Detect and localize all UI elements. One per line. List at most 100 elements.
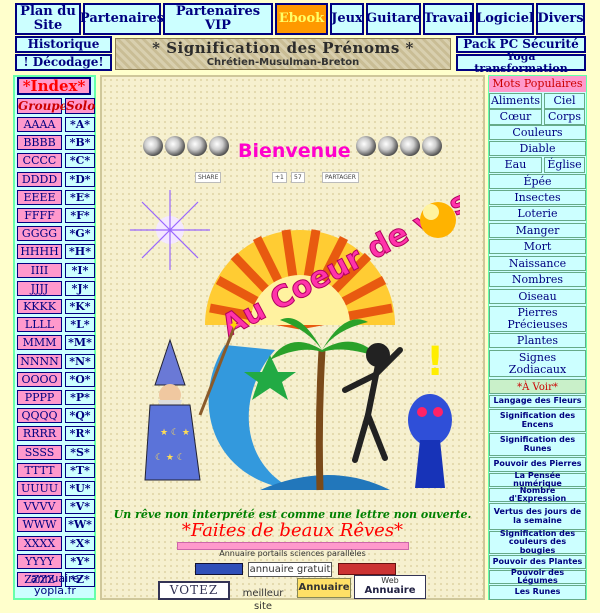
index-solo-16[interactable]: *Q*: [65, 408, 95, 424]
nav-logiciel[interactable]: Logiciel: [476, 3, 534, 35]
nav-jeux[interactable]: Jeux: [330, 3, 364, 35]
annuaire-portails-link[interactable]: Annuaire portails sciences parallèles: [100, 549, 485, 558]
banner-prenoms[interactable]: * Signification des Prénoms * Chrétien-M…: [115, 38, 451, 70]
index-solo-2[interactable]: *C*: [65, 153, 95, 169]
popular-1[interactable]: Ciel: [544, 93, 585, 109]
popular-6[interactable]: Eau: [489, 157, 542, 173]
popular-17[interactable]: Plantes: [489, 333, 586, 348]
index-group-4[interactable]: EEEE: [17, 189, 62, 205]
index-group-14[interactable]: OOOO: [17, 371, 62, 387]
a-voir-6[interactable]: Vertus des jours de la semaine: [489, 503, 586, 530]
popular-4[interactable]: Couleurs: [489, 125, 586, 140]
a-voir-9[interactable]: Pouvoir des Légumes: [489, 568, 586, 585]
index-group-1[interactable]: BBBB: [17, 135, 62, 151]
index-group-21[interactable]: VVVV: [17, 499, 62, 515]
nav-divers[interactable]: Divers: [536, 3, 585, 35]
index-group-0[interactable]: AAAA: [17, 117, 62, 132]
index-solo-12[interactable]: *M*: [65, 335, 95, 351]
index-solo-1[interactable]: *B*: [65, 135, 95, 151]
index-group-9[interactable]: JJJJ: [17, 280, 62, 296]
popular-8[interactable]: Épée: [489, 174, 586, 189]
plusone-count[interactable]: +1: [272, 172, 287, 183]
index-solo-15[interactable]: *P*: [65, 390, 95, 405]
index-solo-10[interactable]: *K*: [65, 299, 95, 314]
popular-3[interactable]: Corps: [544, 109, 585, 125]
index-solo-5[interactable]: *F*: [65, 208, 95, 223]
index-solo-17[interactable]: *R*: [65, 426, 95, 442]
index-group-20[interactable]: UUUU: [17, 481, 62, 496]
index-group-11[interactable]: LLLL: [17, 317, 62, 333]
index-group-16[interactable]: QQQQ: [17, 408, 62, 424]
a-voir-8[interactable]: Pouvoir des Plantes: [489, 555, 586, 569]
index-group-23[interactable]: XXXX: [17, 535, 62, 551]
web-annuaire-button[interactable]: Web Annuaire: [354, 575, 426, 599]
nav-decodage[interactable]: ! Décodage!: [15, 54, 112, 71]
index-solo-24[interactable]: *Y*: [65, 553, 95, 569]
popular-0[interactable]: Aliments: [489, 93, 542, 109]
a-voir-4[interactable]: La Pensée numérique: [489, 471, 586, 488]
index-group-13[interactable]: NNNN: [17, 353, 62, 369]
share-button[interactable]: SHARE: [195, 172, 222, 183]
index-group-6[interactable]: GGGG: [17, 226, 62, 242]
index-group-7[interactable]: HHHH: [17, 244, 62, 260]
a-voir-0[interactable]: Langage des Fleurs: [489, 395, 586, 408]
nav-yoga[interactable]: Yoga transformation: [456, 51, 586, 74]
like-count[interactable]: 57: [291, 172, 305, 183]
popular-18[interactable]: Signes Zodiacaux: [489, 350, 586, 377]
popular-14[interactable]: Nombres: [489, 272, 586, 287]
popular-9[interactable]: Insectes: [489, 190, 586, 205]
index-group-12[interactable]: MMM: [17, 335, 62, 351]
popular-15[interactable]: Oiseau: [489, 289, 586, 304]
index-group-24[interactable]: YYYY: [17, 553, 62, 569]
index-solo-4[interactable]: *E*: [65, 189, 95, 205]
index-solo-19[interactable]: *T*: [65, 462, 95, 478]
popular-16[interactable]: Pierres Précieuses: [489, 306, 586, 332]
popular-12[interactable]: Mort: [489, 239, 586, 254]
index-solo-22[interactable]: *W*: [65, 517, 95, 533]
index-solo-13[interactable]: *N*: [65, 353, 95, 369]
index-group-22[interactable]: WWW: [17, 517, 62, 533]
nav-guitare[interactable]: Guitare: [366, 3, 421, 35]
index-solo-11[interactable]: *L*: [65, 317, 95, 333]
index-solo-6[interactable]: *G*: [65, 226, 95, 242]
index-solo-9[interactable]: *J*: [65, 280, 95, 296]
a-voir-5[interactable]: Nombre d'Expression: [489, 486, 586, 503]
popular-2[interactable]: Cœur: [489, 109, 542, 125]
a-voir-2[interactable]: Signification des Runes: [489, 433, 586, 456]
nav-partenaires-vip[interactable]: Partenaires VIP: [163, 3, 273, 35]
annuaire-button[interactable]: Annuaire: [297, 578, 351, 598]
index-group-8[interactable]: IIII: [17, 262, 62, 278]
nav-plan-du-site[interactable]: Plan du Site: [15, 3, 81, 35]
yopla-link[interactable]: annuaire yopla.fr: [17, 573, 93, 597]
referencement-badge[interactable]: [338, 563, 396, 575]
popular-13[interactable]: Naissance: [489, 256, 586, 271]
index-group-2[interactable]: CCCC: [17, 153, 62, 169]
popular-5[interactable]: Diable: [489, 141, 586, 156]
index-solo-23[interactable]: *X*: [65, 535, 95, 551]
index-group-18[interactable]: SSSS: [17, 444, 62, 460]
a-voir-10[interactable]: Les Runes: [489, 585, 586, 600]
nav-travail[interactable]: Travail: [423, 3, 474, 35]
meilleur-site-link[interactable]: meilleur site: [233, 587, 293, 612]
partager-button[interactable]: PARTAGER: [322, 172, 359, 183]
index-solo-8[interactable]: *I*: [65, 262, 95, 278]
a-voir-7[interactable]: Signification des couleurs des bougies: [489, 529, 586, 554]
popular-10[interactable]: Loterie: [489, 206, 586, 221]
annuaire-gratuit-link[interactable]: annuaire gratuit: [248, 562, 332, 577]
index-solo-7[interactable]: *H*: [65, 244, 95, 260]
index-group-10[interactable]: KKKK: [17, 299, 62, 314]
popular-7[interactable]: Église: [544, 157, 585, 173]
nav-historique[interactable]: Historique: [15, 36, 112, 53]
index-group-17[interactable]: RRRR: [17, 426, 62, 442]
index-group-3[interactable]: DDDD: [17, 171, 62, 187]
index-solo-0[interactable]: *A*: [65, 117, 95, 132]
index-solo-18[interactable]: *S*: [65, 444, 95, 460]
popular-11[interactable]: Manger: [489, 223, 586, 238]
index-solo-20[interactable]: *U*: [65, 481, 95, 496]
votez-button[interactable]: VOTEZ: [158, 581, 230, 600]
index-solo-14[interactable]: *O*: [65, 371, 95, 387]
index-solo-3[interactable]: *D*: [65, 171, 95, 187]
index-solo-21[interactable]: *V*: [65, 499, 95, 515]
nav-partenaires[interactable]: Partenaires: [80, 3, 164, 35]
index-group-19[interactable]: TTTT: [17, 462, 62, 478]
